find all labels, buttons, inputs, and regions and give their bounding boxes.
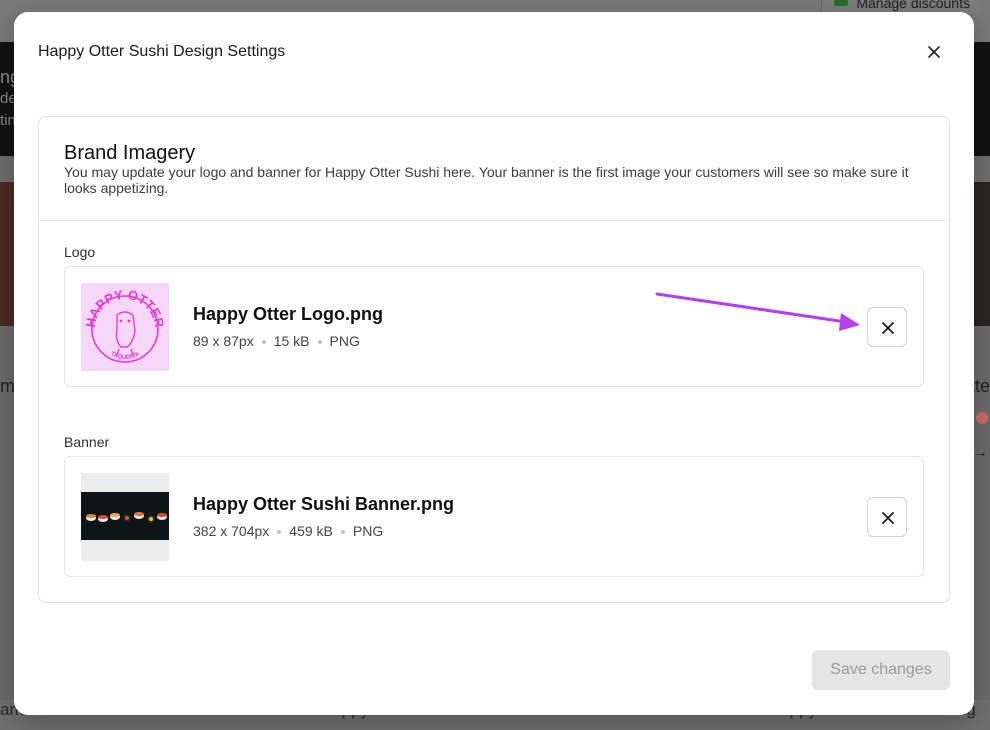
close-icon [882,512,894,524]
section-title: Brand Imagery [64,142,196,164]
background-card-image [974,182,990,424]
banner-label: Banner [64,434,110,450]
modal-title: Happy Otter Sushi Design Settings [38,43,286,60]
close-icon[interactable] [924,42,944,62]
discount-icon [834,0,849,6]
banner-filename: Happy Otter Sushi Banner.png [193,494,455,514]
sushi-banner-image [81,492,169,540]
otter-logo-image: HAPPY OTTER TAQUERIA [83,287,167,363]
arrow-right-icon: → [972,444,988,461]
svg-text:HAPPY OTTER: HAPPY OTTER [83,287,167,329]
panel-header: Brand Imagery You may update your logo a… [39,117,949,221]
banner-thumbnail [81,473,169,561]
banner-file-card: Happy Otter Sushi Banner.png 382 x 704px… [64,456,924,577]
logo-file-meta: 89 x 87px 15 kB PNG [193,333,360,349]
banner-file-meta: 382 x 704px 459 kB PNG [193,523,384,539]
logo-file-card: HAPPY OTTER TAQUERIA Happy Otter Logo.pn… [64,266,924,387]
background-text: m [0,376,15,396]
logo-filename: Happy Otter Logo.png [193,304,383,324]
remove-logo-button[interactable] [867,307,907,347]
design-settings-modal: Happy Otter Sushi Design Settings Brand … [14,12,974,715]
logo-thumbnail: HAPPY OTTER TAQUERIA [81,283,169,371]
section-description: You may update your logo and banner for … [64,164,909,196]
logo-label: Logo [64,244,96,260]
close-icon [882,322,894,334]
brand-imagery-panel: Brand Imagery You may update your logo a… [38,116,950,603]
save-changes-button[interactable]: Save changes [812,650,950,690]
background-card-image [0,182,14,326]
remove-banner-button[interactable] [867,497,907,537]
